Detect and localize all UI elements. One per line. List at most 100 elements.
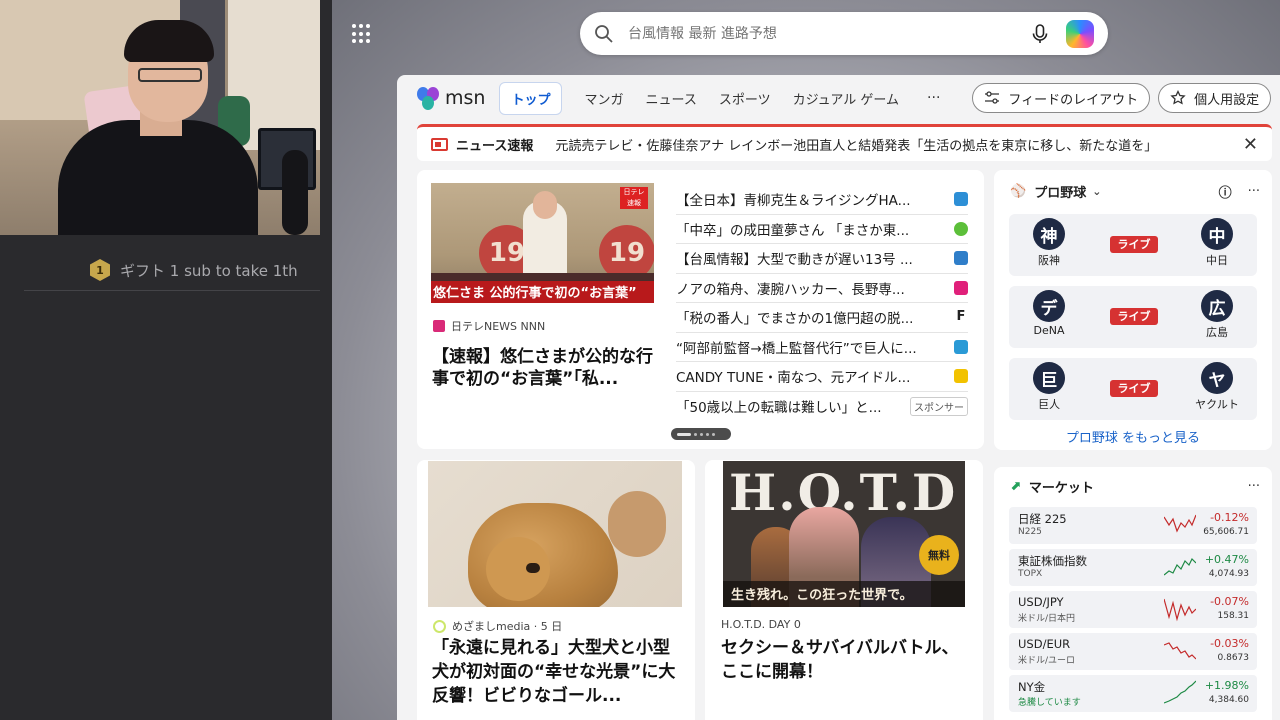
headline-item[interactable]: 「税の番人」でまさかの1億円超の脱... F [676,303,968,333]
chart-trend-icon: ⬈ [1010,479,1021,494]
baseball-more-link[interactable]: プロ野球 をもっと見る [994,427,1272,446]
feed-layout-label: フィードのレイアウト [1008,92,1139,108]
headline-item[interactable]: ノアの箱舟、凄腕ハッカー、長野専... [676,274,968,303]
live-badge: ライブ [1110,308,1158,325]
tab-top[interactable]: トップ [499,81,563,115]
ntv-logo: 日テレ 速報 [620,187,648,209]
headline-item[interactable]: 「50歳以上の転職は難しい」と... スポンサー [676,392,968,422]
headline-item[interactable]: CANDY TUNE・南なつ、元アイドル... [676,362,968,392]
sparkline-chart [1164,642,1196,660]
gift-badge-icon: 1 [90,259,110,281]
article-source: めざましmedia · 5 日 [433,618,562,634]
search-input[interactable] [614,25,1028,42]
feed-layout-button[interactable]: フィードのレイアウト [972,83,1151,113]
webcam-feed [0,0,320,235]
breaking-news-label: ニュース速報 [456,138,534,154]
team-logo-icon: 神 [1033,218,1065,250]
stock-row[interactable]: USD/JPY 米ドル/日本円 -0.07% 158.31 [1009,591,1257,628]
headline-item[interactable]: 【台風情報】大型で動きが遅い13号 ... [676,244,968,274]
top-stories-card: 19 19 日テレ 速報 悠仁さま 公的行事で初の“お言葉” 日テレNEWS NN… [417,170,984,449]
stock-row[interactable]: 日経 225 N225 -0.12% 65,606.71 [1009,507,1257,544]
new-tab-page: msn トップ マンガ ニュース スポーツ カジュアル ゲーム ··· フィード… [332,0,1280,720]
article-image[interactable] [428,461,682,607]
search-bar[interactable] [580,12,1108,55]
article-card[interactable]: めざましmedia · 5 日 「永遠に見れる」大型犬と小型犬が初対面の“幸せな… [417,460,695,720]
baseball-card: ⚾ プロ野球 ⌄ ⓘ ··· 神 阪神 ライブ 中 中日 デ DeNA ライブ … [994,170,1272,450]
article-title[interactable]: 「永遠に見れる」大型犬と小型犬が初対面の“幸せな光景”に大反響！ビビりなゴール.… [432,636,682,708]
publisher-logo-icon [954,280,968,295]
team-logo-icon: ヤ [1201,362,1233,394]
mezamashi-media-icon [433,619,446,633]
headline-item[interactable]: 【全日本】青柳克生＆ライジングHA... [676,185,968,215]
team-logo-icon: 中 [1201,218,1233,250]
stock-row[interactable]: 東証株価指数 TOPX +0.47% 4,074.93 [1009,549,1257,586]
chevron-down-icon[interactable]: ⌄ [1092,185,1101,198]
more-options-icon[interactable]: ··· [1248,479,1260,494]
publisher-logo-icon [954,221,968,236]
microphone-icon[interactable] [1028,22,1052,46]
breaking-news-bar[interactable]: ニュース速報 元読売テレビ・佐藤佳奈アナ レインボー池田直人と結婚発表「生活の拠… [417,124,1272,161]
away-team: 中 中日 [1192,218,1242,268]
personalize-label: 個人用設定 [1194,92,1260,108]
market-card: ⬈ マーケット ··· 日経 225 N225 -0.12% 65,606.71… [994,467,1272,720]
more-tabs-button[interactable]: ··· [927,90,940,106]
copilot-icon[interactable] [1066,19,1094,48]
stock-row[interactable]: USD/EUR 米ドル/ユーロ -0.03% 0.8673 [1009,633,1257,670]
ad-source: H.O.T.D. DAY 0 [721,618,801,631]
top-story-title[interactable]: 【速報】悠仁さまが公的な行事で初の“お言葉”「私... [432,346,662,390]
top-story-source: 日テレNEWS NNN [433,318,545,334]
info-icon[interactable]: ⓘ [1219,182,1232,201]
publisher-logo-icon [954,369,968,384]
tab-casual-games[interactable]: カジュアル ゲーム [793,89,899,108]
stock-row[interactable]: NY金 急騰しています +1.98% 4,384.60 [1009,675,1257,712]
more-options-icon[interactable]: ··· [1248,184,1260,199]
ad-card[interactable]: H.O.T.D 無料 生き残れ。この狂った世界で。 H.O.T.D. DAY 0… [705,460,983,720]
app-launcher-icon[interactable] [352,24,372,44]
publisher-logo-icon: F [954,310,968,325]
market-header: ⬈ マーケット ··· [1010,477,1260,496]
close-icon[interactable]: ✕ [1243,134,1258,155]
tab-news[interactable]: ニュース [645,89,696,108]
msn-butterfly-icon [417,87,441,110]
free-badge: 無料 [919,535,959,575]
team-logo-icon: 巨 [1033,362,1065,394]
headline-item[interactable]: “阿部前監督→橋上監督代行”で巨人に... [676,333,968,362]
top-story-image-caption: 悠仁さま 公的行事で初の“お言葉” [433,286,637,301]
live-badge: ライブ [1110,236,1158,253]
market-title[interactable]: マーケット [1029,477,1094,496]
away-team: ヤ ヤクルト [1192,362,1242,412]
star-edit-icon [1170,90,1186,105]
stream-chat-panel: 1 ギフト 1 sub to take 1th [0,235,320,720]
publisher-logo-icon [954,192,968,207]
baseball-title[interactable]: プロ野球 [1034,182,1086,201]
live-badge: ライブ [1110,380,1158,397]
tab-sports[interactable]: スポーツ [719,89,771,108]
sliders-icon [985,91,1000,104]
away-team: 広 広島 [1192,290,1242,340]
gift-text: ギフト 1 sub to take 1th [120,261,298,280]
top-story-image[interactable]: 19 19 日テレ 速報 悠仁さま 公的行事で初の“お言葉” [431,183,654,303]
breaking-news-text[interactable]: 元読売テレビ・佐藤佳奈アナ レインボー池田直人と結婚発表「生活の拠点を東京に移し… [555,135,1243,154]
msn-logo[interactable]: msn [417,87,485,110]
ad-tagline: 生き残れ。この狂った世界で。 [731,588,913,603]
headline-item[interactable]: 「中卒」の成田童夢さん 「まさか東... [676,215,968,244]
msn-header: msn トップ マンガ ニュース スポーツ カジュアル ゲーム ··· フィード… [397,75,1280,121]
baseball-header: ⚾ プロ野球 ⌄ ⓘ ··· [1010,182,1260,201]
team-logo-icon: 広 [1201,290,1233,322]
chat-divider [24,290,320,291]
home-team: 神 阪神 [1024,218,1074,268]
tab-manga[interactable]: マンガ [584,89,623,108]
ad-image[interactable]: H.O.T.D 無料 生き残れ。この狂った世界で。 [723,461,965,607]
ad-title[interactable]: セクシー＆サバイバルバトル、ここに開幕！ [721,636,971,684]
search-icon [595,24,613,43]
game-row[interactable]: 神 阪神 ライブ 中 中日 [1009,214,1257,276]
team-logo-icon: デ [1033,290,1065,322]
carousel-pager[interactable] [671,428,731,440]
game-row[interactable]: 巨 巨人 ライブ ヤ ヤクルト [1009,358,1257,420]
home-team: 巨 巨人 [1024,362,1074,412]
sparkline-chart [1164,598,1196,622]
personalize-button[interactable]: 個人用設定 [1158,83,1272,113]
game-row[interactable]: デ DeNA ライブ 広 広島 [1009,286,1257,348]
panel-edge [320,0,332,720]
sparkline-chart [1164,680,1196,704]
